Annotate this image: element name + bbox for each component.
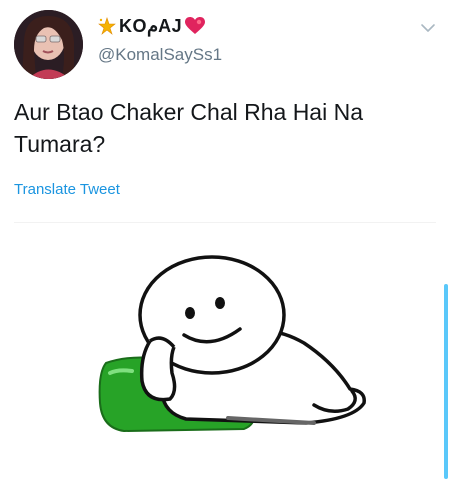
- tweet-text: Aur Btao Chaker Chal Rha Hai Na Tumara?: [14, 99, 363, 157]
- chevron-down-icon[interactable]: [420, 20, 436, 36]
- meme-lying-on-pillow-image: [98, 255, 366, 433]
- scrollbar[interactable]: [444, 284, 448, 479]
- display-name[interactable]: KOمAJ: [119, 16, 182, 37]
- user-avatar[interactable]: [14, 10, 83, 79]
- avatar-photo-icon: [14, 10, 83, 79]
- heart-emoji-icon: [185, 17, 206, 34]
- translate-tweet-link[interactable]: Translate Tweet: [14, 181, 120, 198]
- user-handle[interactable]: @KomalSaySs1: [98, 45, 222, 65]
- star-emoji-icon: [98, 17, 116, 35]
- tweet-card: KOمAJ @KomalSaySs1 Aur Btao Chaker Chal …: [0, 0, 450, 479]
- tweet-media-image[interactable]: [14, 222, 436, 479]
- user-name-row[interactable]: KOمAJ: [98, 14, 206, 38]
